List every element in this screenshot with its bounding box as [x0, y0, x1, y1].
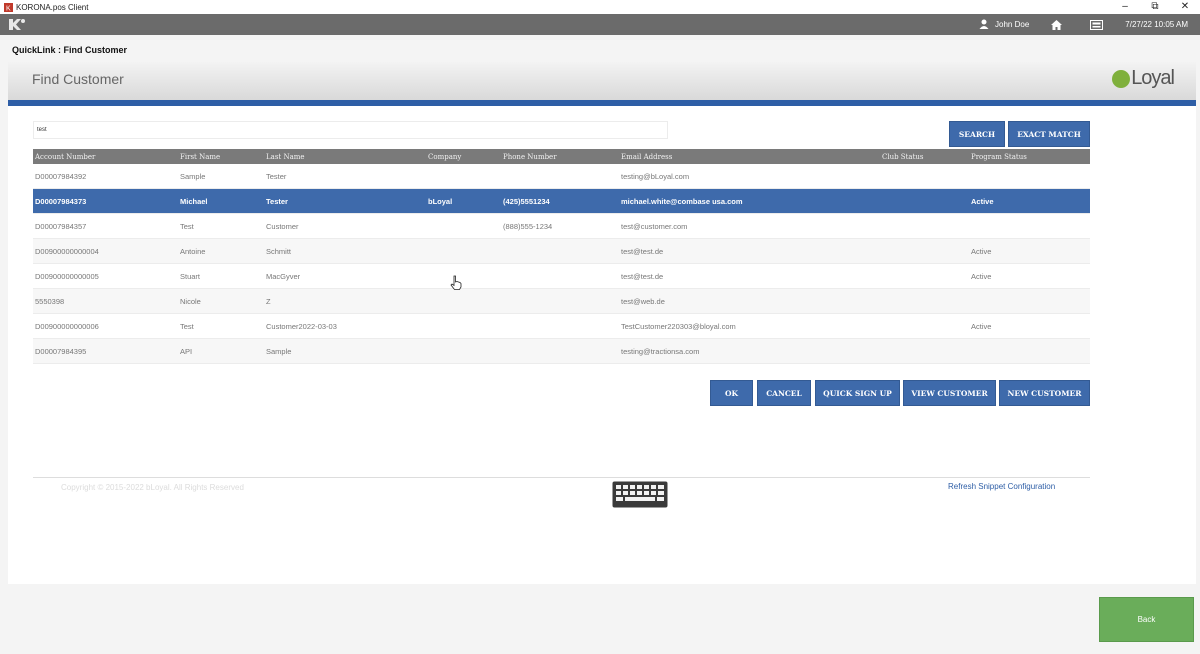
email-cell: test@test.de: [621, 246, 664, 256]
account-number-cell: D00007984373: [35, 196, 87, 206]
program-status-cell: Active: [971, 196, 994, 206]
user-icon: [979, 19, 989, 31]
last-name-cell: Tester: [266, 196, 288, 206]
column-header[interactable]: Program Status: [971, 149, 1027, 164]
last-name-cell: Customer2022-03-03: [266, 321, 337, 331]
email-cell: testing@tractionsa.com: [621, 346, 700, 356]
company-cell: bLoyal: [428, 196, 453, 206]
ok-button[interactable]: OK: [710, 380, 753, 406]
email-cell: michael.white@combase usa.com: [621, 196, 743, 206]
last-name-cell: Sample: [266, 346, 292, 356]
column-header[interactable]: Account Number: [35, 149, 95, 164]
quick-sign-up-button[interactable]: QUICK SIGN UP: [815, 380, 900, 406]
column-header[interactable]: Company: [428, 149, 461, 164]
copyright-text: Copyright © 2015-2022 bLoyal. All Rights…: [61, 483, 244, 492]
account-number-cell: D00007984395: [35, 346, 87, 356]
search-input[interactable]: [33, 121, 668, 139]
home-icon[interactable]: [1051, 19, 1063, 30]
bloyal-logo: Loyal: [1112, 67, 1175, 90]
user-menu[interactable]: John Doe: [979, 19, 1029, 31]
last-name-cell: MacGyver: [266, 271, 301, 281]
email-cell: test@customer.com: [621, 221, 688, 231]
breadcrumb: QuickLink : Find Customer: [12, 45, 128, 55]
account-number-cell: D00900000000004: [35, 246, 99, 256]
account-number-cell: D00007984392: [35, 171, 87, 181]
find-customer-panel: Find Customer Loyal SEARCH EXACT MATCH A…: [8, 62, 1196, 584]
column-header[interactable]: Last Name: [266, 149, 305, 164]
email-cell: test@test.de: [621, 271, 664, 281]
first-name-cell: Test: [180, 321, 194, 331]
first-name-cell: Michael: [180, 196, 208, 206]
column-header[interactable]: Email Address: [621, 149, 672, 164]
table-header: Account Number First Name Last Name Comp…: [33, 149, 1090, 164]
view-customer-button[interactable]: VIEW CUSTOMER: [903, 380, 996, 406]
close-button[interactable]: ✕: [1170, 0, 1200, 14]
table-row[interactable]: D00007984395 API Sample testing@traction…: [33, 339, 1090, 364]
bloyal-logo-text: Loyal: [1131, 67, 1175, 89]
account-number-cell: 5550398: [35, 296, 65, 306]
first-name-cell: Nicole: [180, 296, 201, 306]
last-name-cell: Tester: [266, 171, 287, 181]
first-name-cell: Stuart: [180, 271, 201, 281]
table-row[interactable]: D00007984357 Test Customer (888)555-1234…: [33, 214, 1090, 239]
exact-match-button[interactable]: EXACT MATCH: [1008, 121, 1090, 147]
minimize-button[interactable]: –: [1110, 0, 1140, 14]
last-name-cell: Z: [266, 296, 271, 306]
program-status-cell: Active: [971, 321, 992, 331]
refresh-snippet-link[interactable]: Refresh Snippet Configuration: [948, 482, 1055, 491]
back-button[interactable]: Back: [1099, 597, 1194, 642]
register-icon[interactable]: [1090, 19, 1104, 30]
banner-divider: [8, 100, 1196, 106]
bloyal-logo-icon: [1112, 69, 1131, 88]
table-body: D00007984392 Sample Tester testing@bLoya…: [33, 164, 1090, 364]
svg-text:K: K: [6, 5, 11, 12]
first-name-cell: Test: [180, 221, 194, 231]
restore-button[interactable]: ⧉: [1140, 0, 1170, 14]
email-cell: TestCustomer220303@bloyal.com: [621, 321, 736, 331]
phone-cell: (425)5551234: [503, 196, 550, 206]
keyboard-icon[interactable]: [612, 481, 668, 513]
customer-table: Account Number First Name Last Name Comp…: [33, 149, 1090, 364]
first-name-cell: Antoine: [180, 246, 206, 256]
column-header[interactable]: Phone Number: [503, 149, 557, 164]
email-cell: testing@bLoyal.com: [621, 171, 690, 181]
user-name: John Doe: [995, 20, 1030, 29]
program-status-cell: Active: [971, 246, 992, 256]
search-button[interactable]: SEARCH: [949, 121, 1005, 147]
table-row[interactable]: 5550398 Nicole Z test@web.de: [33, 289, 1090, 314]
column-header[interactable]: First Name: [180, 149, 220, 164]
account-number-cell: D00900000000006: [35, 321, 99, 331]
email-cell: test@web.de: [621, 296, 665, 306]
new-customer-button[interactable]: NEW CUSTOMER: [999, 380, 1090, 406]
cancel-button[interactable]: CANCEL: [757, 380, 811, 406]
first-name-cell: Sample: [180, 171, 206, 181]
account-number-cell: D00007984357: [35, 221, 87, 231]
app-header: John Doe 7/27/22 10:05 AM: [0, 14, 1200, 35]
account-number-cell: D00900000000005: [35, 271, 99, 281]
page-banner: Find Customer Loyal: [8, 62, 1196, 100]
page-title: Find Customer: [32, 71, 124, 87]
table-row[interactable]: D00900000000005 Stuart MacGyver test@tes…: [33, 264, 1090, 289]
hand-cursor-icon: [450, 275, 462, 295]
table-row[interactable]: D00007984392 Sample Tester testing@bLoya…: [33, 164, 1090, 189]
date-time: 7/27/22 10:05 AM: [1125, 20, 1188, 29]
last-name-cell: Customer: [266, 221, 299, 231]
table-row-selected[interactable]: D00007984373 Michael Tester bLoyal (425)…: [33, 189, 1090, 214]
korona-logo-icon[interactable]: [6, 16, 28, 33]
table-row[interactable]: D00900000000004 Antoine Schmitt test@tes…: [33, 239, 1090, 264]
table-row[interactable]: D00900000000006 Test Customer2022-03-03 …: [33, 314, 1090, 339]
program-status-cell: Active: [971, 271, 992, 281]
korona-app-icon: K: [3, 2, 13, 12]
first-name-cell: API: [180, 346, 193, 356]
window-titlebar: K KORONA.pos Client – ⧉ ✕: [0, 0, 1200, 14]
window-title: KORONA.pos Client: [16, 2, 89, 12]
column-header[interactable]: Club Status: [882, 149, 924, 164]
footer-divider: [33, 477, 1090, 478]
last-name-cell: Schmitt: [266, 246, 292, 256]
phone-cell: (888)555-1234: [503, 221, 553, 231]
